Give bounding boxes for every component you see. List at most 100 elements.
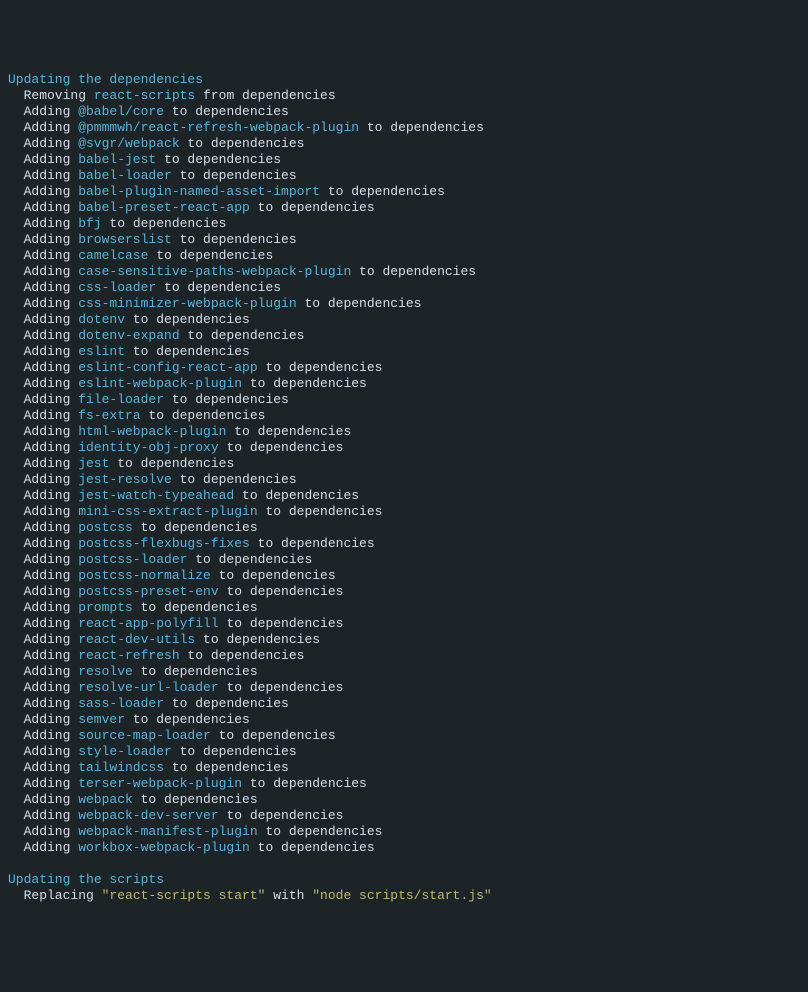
adding-verb: Adding (24, 328, 79, 343)
adding-verb: Adding (24, 424, 79, 439)
adding-package: dotenv-expand (78, 328, 179, 343)
adding-verb: Adding (24, 248, 79, 263)
adding-package: resolve (78, 664, 133, 679)
adding-verb: Adding (24, 120, 79, 135)
adding-verb: Adding (24, 360, 79, 375)
adding-verb: Adding (24, 744, 79, 759)
adding-target: to dependencies (156, 280, 281, 295)
adding-verb: Adding (24, 648, 79, 663)
adding-line: Adding react-app-polyfill to dependencie… (8, 616, 800, 632)
adding-target: to dependencies (258, 824, 383, 839)
adding-target: to dependencies (219, 440, 344, 455)
adding-line: Adding eslint-config-react-app to depend… (8, 360, 800, 376)
adding-target: to dependencies (219, 584, 344, 599)
adding-verb: Adding (24, 200, 79, 215)
adding-target: to dependencies (133, 520, 258, 535)
adding-line: Adding terser-webpack-plugin to dependen… (8, 776, 800, 792)
adding-target: to dependencies (351, 264, 476, 279)
adding-target: to dependencies (250, 536, 375, 551)
adding-line: Adding react-refresh to dependencies (8, 648, 800, 664)
adding-target: to dependencies (102, 216, 227, 231)
adding-target: to dependencies (258, 360, 383, 375)
adding-line: Adding postcss-flexbugs-fixes to depende… (8, 536, 800, 552)
adding-line: Adding @babel/core to dependencies (8, 104, 800, 120)
adding-package: html-webpack-plugin (78, 424, 226, 439)
adding-package: eslint (78, 344, 125, 359)
adding-line: Adding postcss-normalize to dependencies (8, 568, 800, 584)
adding-verb: Adding (24, 232, 79, 247)
adding-package: webpack (78, 792, 133, 807)
adding-verb: Adding (24, 808, 79, 823)
adding-verb: Adding (24, 600, 79, 615)
adding-package: webpack-manifest-plugin (78, 824, 257, 839)
adding-line: Adding html-webpack-plugin to dependenci… (8, 424, 800, 440)
adding-package: identity-obj-proxy (78, 440, 218, 455)
adding-line: Adding postcss to dependencies (8, 520, 800, 536)
adding-target: to dependencies (219, 808, 344, 823)
adding-target: to dependencies (195, 632, 320, 647)
adding-target: to dependencies (164, 104, 289, 119)
adding-verb: Adding (24, 664, 79, 679)
adding-package: babel-loader (78, 168, 172, 183)
adding-package: webpack-dev-server (78, 808, 218, 823)
adding-target: to dependencies (211, 728, 336, 743)
adding-package: eslint-webpack-plugin (78, 376, 242, 391)
adding-package: file-loader (78, 392, 164, 407)
replacing-verb: Replacing (24, 888, 102, 903)
adding-package: tailwindcss (78, 760, 164, 775)
adding-verb: Adding (24, 680, 79, 695)
deps-header-line: Updating the dependencies (8, 72, 800, 88)
adding-target: to dependencies (180, 648, 305, 663)
adding-package: source-map-loader (78, 728, 211, 743)
adding-verb: Adding (24, 584, 79, 599)
adding-line: Adding webpack to dependencies (8, 792, 800, 808)
adding-verb: Adding (24, 520, 79, 535)
adding-line: Adding jest-watch-typeahead to dependenc… (8, 488, 800, 504)
adding-package: style-loader (78, 744, 172, 759)
adding-target: to dependencies (219, 616, 344, 631)
adding-target: to dependencies (133, 664, 258, 679)
adding-target: to dependencies (250, 840, 375, 855)
adding-target: to dependencies (164, 392, 289, 407)
adding-line: Adding semver to dependencies (8, 712, 800, 728)
adding-verb: Adding (24, 776, 79, 791)
adding-target: to dependencies (172, 472, 297, 487)
adding-package: babel-plugin-named-asset-import (78, 184, 320, 199)
adding-target: to dependencies (164, 760, 289, 775)
adding-line: Adding babel-preset-react-app to depende… (8, 200, 800, 216)
adding-line: Adding webpack-dev-server to dependencie… (8, 808, 800, 824)
adding-package: prompts (78, 600, 133, 615)
adding-package: react-app-polyfill (78, 616, 218, 631)
adding-line: Adding sass-loader to dependencies (8, 696, 800, 712)
adding-package: eslint-config-react-app (78, 360, 257, 375)
adding-package: jest (78, 456, 109, 471)
adding-verb: Adding (24, 392, 79, 407)
replacing-to: "node scripts/start.js" (312, 888, 491, 903)
adding-package: case-sensitive-paths-webpack-plugin (78, 264, 351, 279)
adding-package: camelcase (78, 248, 148, 263)
adding-target: to dependencies (109, 456, 234, 471)
adding-verb: Adding (24, 552, 79, 567)
adding-line: Adding css-loader to dependencies (8, 280, 800, 296)
adding-line: Adding mini-css-extract-plugin to depend… (8, 504, 800, 520)
adding-line: Adding css-minimizer-webpack-plugin to d… (8, 296, 800, 312)
adding-verb: Adding (24, 632, 79, 647)
adding-verb: Adding (24, 728, 79, 743)
adding-package: terser-webpack-plugin (78, 776, 242, 791)
adding-line: Adding babel-plugin-named-asset-import t… (8, 184, 800, 200)
adding-target: to dependencies (226, 424, 351, 439)
adding-verb: Adding (24, 568, 79, 583)
adding-package: postcss (78, 520, 133, 535)
adding-line: Adding browserslist to dependencies (8, 232, 800, 248)
removing-verb: Removing (24, 88, 94, 103)
adding-verb: Adding (24, 616, 79, 631)
scripts-header-line: Updating the scripts (8, 872, 800, 888)
adding-verb: Adding (24, 296, 79, 311)
adding-verb: Adding (24, 472, 79, 487)
adding-line: Adding jest-resolve to dependencies (8, 472, 800, 488)
adding-package: postcss-flexbugs-fixes (78, 536, 250, 551)
adding-package: react-dev-utils (78, 632, 195, 647)
adding-line: Adding @pmmmwh/react-refresh-webpack-plu… (8, 120, 800, 136)
adding-package: postcss-preset-env (78, 584, 218, 599)
adding-line: Adding identity-obj-proxy to dependencie… (8, 440, 800, 456)
